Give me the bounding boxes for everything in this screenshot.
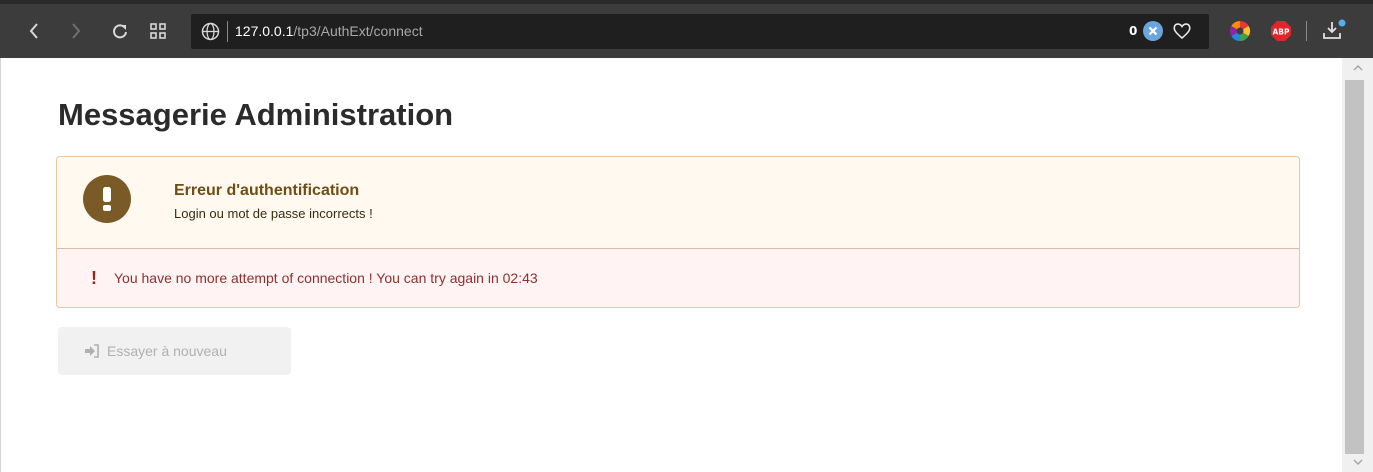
address-bar[interactable]: 127.0.0.1/tp3/AuthExt/connect bbox=[191, 14, 1209, 49]
address-separator bbox=[227, 21, 228, 42]
abp-icon[interactable]: ABP bbox=[1270, 20, 1292, 42]
scrollbar-thumb[interactable] bbox=[1345, 80, 1364, 454]
abp-label: ABP bbox=[1272, 28, 1290, 37]
reload-icon bbox=[113, 24, 127, 39]
retry-button[interactable]: Essayer à nouveau bbox=[58, 327, 291, 375]
blocked-count-badge: 0 bbox=[1129, 24, 1138, 38]
globe-icon[interactable] bbox=[201, 22, 220, 41]
attempt-limit-alert: ! You have no more attempt of connection… bbox=[57, 249, 1299, 307]
grid-icon bbox=[150, 23, 166, 39]
url-path: /tp3/AuthExt/connect bbox=[293, 23, 423, 39]
scroll-up-arrow-icon[interactable] bbox=[1342, 60, 1373, 76]
browser-toolbar: 127.0.0.1/tp3/AuthExt/connect 0 ABP bbox=[0, 0, 1373, 58]
speed-dial-button[interactable] bbox=[146, 18, 170, 44]
back-button[interactable] bbox=[22, 18, 46, 44]
sign-in-icon bbox=[84, 344, 100, 358]
attempt-limit-message: You have no more attempt of connection !… bbox=[114, 270, 538, 286]
scroll-down-arrow-icon[interactable] bbox=[1342, 454, 1373, 470]
heart-icon[interactable] bbox=[1172, 21, 1192, 41]
chevron-left-icon bbox=[29, 23, 38, 39]
vertical-scrollbar[interactable] bbox=[1342, 58, 1373, 472]
auth-error-message: Login ou mot de passe incorrects ! bbox=[174, 206, 373, 221]
auth-error-title: Erreur d'authentification bbox=[174, 182, 360, 199]
exclamation-icon: ! bbox=[91, 268, 97, 288]
exclamation-circle-icon bbox=[83, 175, 131, 223]
retry-button-label: Essayer à nouveau bbox=[107, 343, 227, 359]
url-host: 127.0.0.1 bbox=[235, 23, 294, 39]
toolbar-separator bbox=[1306, 21, 1307, 41]
color-wheel-icon[interactable] bbox=[1228, 19, 1252, 43]
auth-error-header: Erreur d'authentification Login ou mot d… bbox=[57, 157, 1299, 249]
forward-button[interactable] bbox=[64, 18, 88, 44]
auth-error-panel: Erreur d'authentification Login ou mot d… bbox=[56, 156, 1300, 308]
chevron-right-icon bbox=[72, 23, 81, 39]
x-circle-icon[interactable] bbox=[1143, 21, 1163, 41]
page-viewport: Messagerie Administration Erreur d'authe… bbox=[0, 58, 1373, 472]
url-text[interactable]: 127.0.0.1/tp3/AuthExt/connect bbox=[235, 22, 423, 41]
reload-button[interactable] bbox=[108, 18, 132, 44]
page-title: Messagerie Administration bbox=[58, 97, 454, 132]
download-icon[interactable] bbox=[1321, 18, 1347, 44]
